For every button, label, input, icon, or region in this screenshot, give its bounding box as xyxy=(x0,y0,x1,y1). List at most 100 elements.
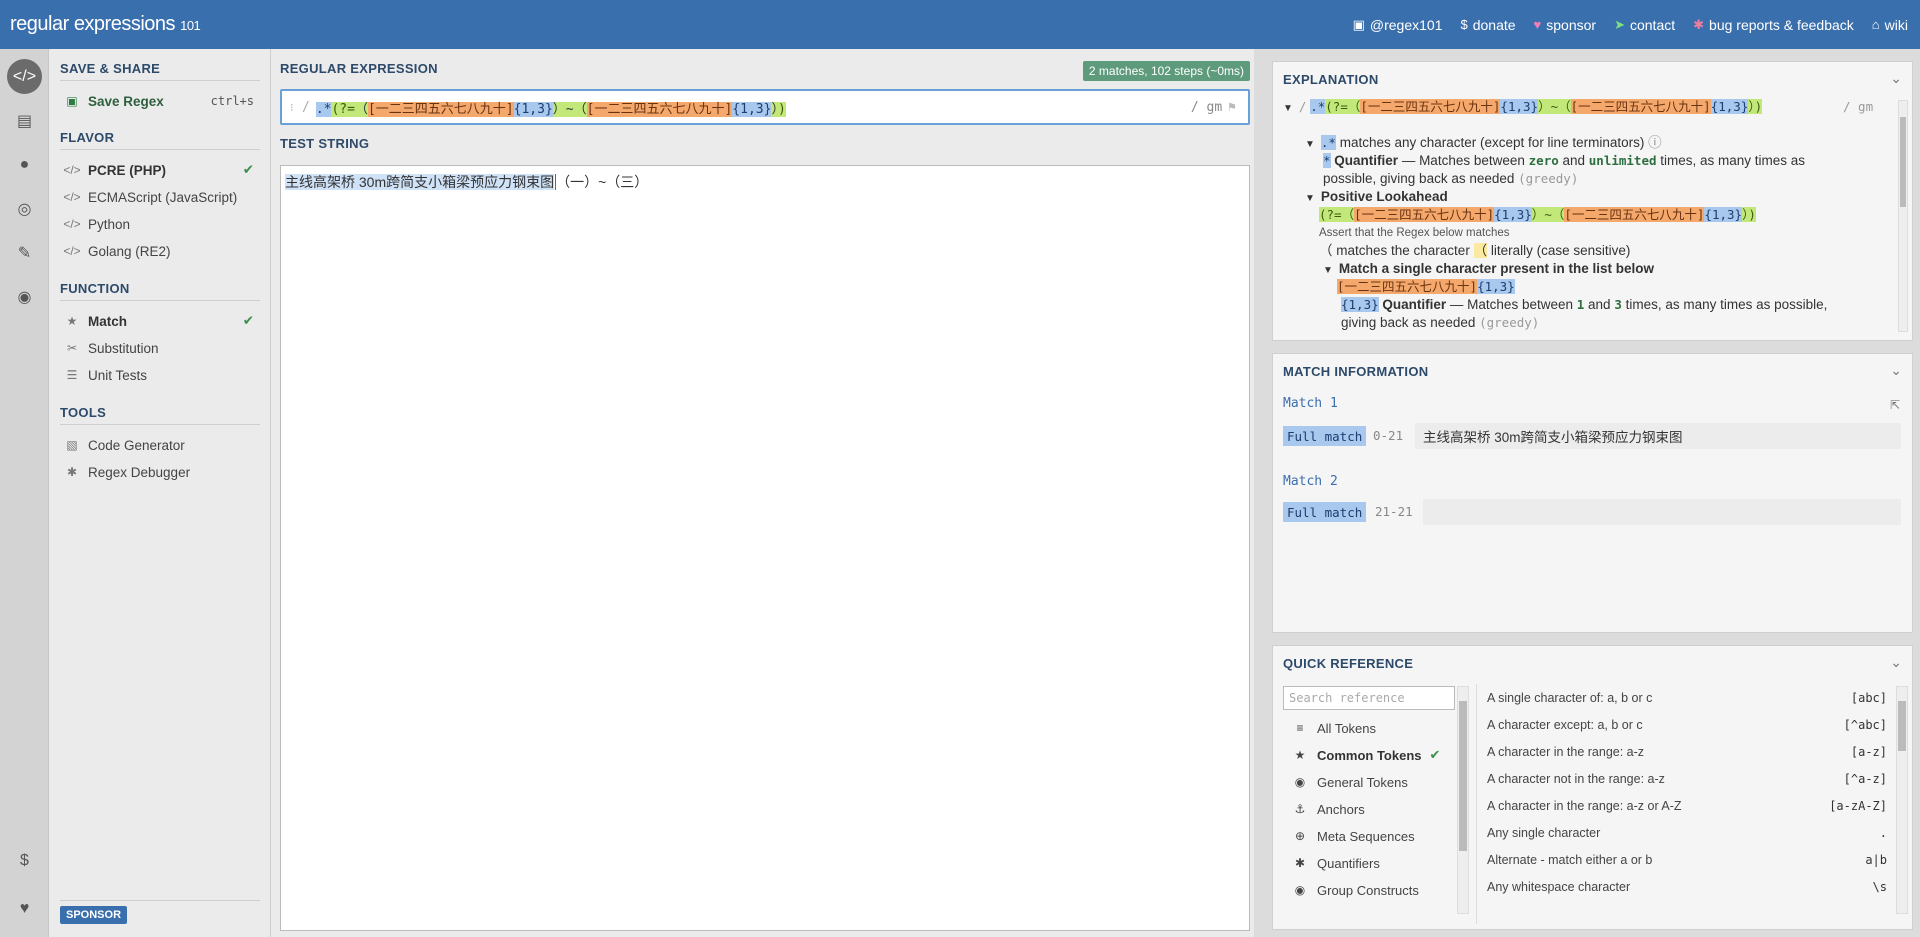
reference-search-input[interactable]: Search reference xyxy=(1283,686,1455,710)
reference-label: A character in the range: a-z xyxy=(1487,745,1645,759)
wiki-label: wiki xyxy=(1884,16,1908,33)
zero-value: zero xyxy=(1528,153,1559,168)
category-group-constructs[interactable]: ◉ Group Constructs xyxy=(1291,879,1451,901)
regex-flags[interactable]: / gm ⚑ xyxy=(1191,100,1236,115)
scroll-thumb[interactable] xyxy=(1898,701,1906,751)
flavor-golang[interactable]: </> Golang (RE2) xyxy=(60,239,260,263)
function-unit-tests[interactable]: ☰ Unit Tests xyxy=(60,363,260,387)
category-label: General Tokens xyxy=(1317,774,1408,790)
share-icon[interactable]: ⇱ xyxy=(1890,398,1900,412)
save-regex-button[interactable]: ▣ Save Regex ctrl+s xyxy=(60,89,260,113)
drag-handle-icon[interactable]: ⁝ xyxy=(290,101,300,114)
reference-item[interactable]: A single character of: a, b or c [abc] xyxy=(1487,687,1887,709)
test-string-input[interactable]: 主线高架桥 30m跨简支小箱梁预应力钢束图 （一）~（三） xyxy=(280,165,1250,931)
bug-report-label: bug reports & feedback xyxy=(1709,16,1854,33)
reference-code: [^a-z] xyxy=(1843,772,1887,786)
flavor-ecmascript[interactable]: </> ECMAScript (JavaScript) xyxy=(60,185,260,209)
quick-reference-title: QUICK REFERENCE xyxy=(1283,656,1414,671)
category-label: Anchors xyxy=(1317,801,1365,817)
category-general-tokens[interactable]: ◉ General Tokens xyxy=(1291,771,1451,793)
scroll-thumb[interactable] xyxy=(1459,701,1467,851)
quiz-icon[interactable]: ◎ xyxy=(7,191,42,226)
token-literal: ~ xyxy=(565,101,574,117)
flavor-label: PCRE (PHP) xyxy=(88,162,167,178)
check-icon: ✔ xyxy=(1429,747,1441,762)
category-all-tokens[interactable]: ≡ All Tokens xyxy=(1291,717,1451,739)
twitter-link[interactable]: ▣ @regex101 xyxy=(1353,17,1443,33)
regex-editor-icon[interactable]: </> xyxy=(7,59,42,94)
category-label: Common Tokens xyxy=(1317,747,1422,763)
bug-icon: ✱ xyxy=(66,465,78,479)
literal-text: matches the character xyxy=(1332,243,1474,258)
chevron-down-icon[interactable]: ⌄ xyxy=(1890,70,1902,87)
category-anchors[interactable]: ⚓ Anchors xyxy=(1291,798,1451,820)
triangle-down-icon[interactable]: ▼ xyxy=(1305,193,1315,204)
user-icon[interactable]: ● xyxy=(7,147,42,182)
library-icon[interactable]: ▤ xyxy=(7,103,42,138)
function-label: Unit Tests xyxy=(88,367,148,383)
flavor-pcre[interactable]: </> PCRE (PHP) ✔ xyxy=(60,158,260,182)
triangle-down-icon[interactable]: ▼ xyxy=(1323,265,1333,276)
top-bar: regular expressions 101 ▣ @regex101 $ dona… xyxy=(0,0,1920,49)
reference-code: [a-z] xyxy=(1850,745,1887,759)
any-description: matches any character (except for line t… xyxy=(1335,135,1645,150)
reference-item[interactable]: A character not in the range: a-z [^a-z] xyxy=(1487,768,1887,790)
bug-icon: ✱ xyxy=(1693,16,1705,32)
token-any: .* xyxy=(1310,99,1326,114)
reference-item[interactable]: A character in the range: a-z or A-Z [a-z… xyxy=(1487,795,1887,817)
triangle-down-icon[interactable]: ▼ xyxy=(1305,139,1315,150)
sidebar: SAVE & SHARE ▣ Save Regex ctrl+s FLAVOR … xyxy=(49,49,271,937)
scroll-thumb[interactable] xyxy=(1900,117,1906,207)
reference-item[interactable]: Any whitespace character \s xyxy=(1487,876,1887,898)
wiki-link[interactable]: ⌂ wiki xyxy=(1872,17,1908,33)
reference-item[interactable]: Alternate - match either a or b a|b xyxy=(1487,849,1887,871)
chevron-down-icon[interactable]: ⌄ xyxy=(1890,654,1902,671)
heart-icon[interactable]: ♥ xyxy=(7,891,42,926)
sponsor-badge[interactable]: SPONSOR xyxy=(60,906,128,924)
category-quantifiers[interactable]: ✱ Quantifiers xyxy=(1291,852,1451,874)
assert-text: Assert that the Regex below matches xyxy=(1319,227,1510,239)
function-match[interactable]: ★ Match ✔ xyxy=(60,309,260,333)
logo[interactable]: regular expressions 101 xyxy=(10,13,201,36)
tool-regex-debugger[interactable]: ✱ Regex Debugger xyxy=(60,460,260,484)
main-area: REGULAR EXPRESSION 2 matches, 102 steps … xyxy=(271,49,1254,937)
function-substitution[interactable]: ✂ Substitution xyxy=(60,336,260,360)
flavor-python[interactable]: </> Python xyxy=(60,212,260,236)
save-share-title: SAVE & SHARE xyxy=(60,61,161,76)
dollar-icon[interactable]: $ xyxy=(7,843,42,878)
wrench-icon[interactable]: ✎ xyxy=(7,235,42,270)
reference-item[interactable]: A character in the range: a-z [a-z] xyxy=(1487,741,1887,763)
regex-input[interactable]: ⁝ / .*(?=（[一二三四五六七八九十]{1,3}）~（[一二三四五六七八九… xyxy=(280,89,1250,125)
regex-title: REGULAR EXPRESSION xyxy=(280,61,438,76)
triangle-down-icon[interactable]: ▼ xyxy=(1283,103,1293,114)
token-literal: （ xyxy=(1558,99,1571,114)
help-icon[interactable]: ⓘ xyxy=(1648,135,1662,150)
chat-icon[interactable]: ◉ xyxy=(7,279,42,314)
token-literal: （ xyxy=(354,101,368,117)
sponsor-link[interactable]: ♥ sponsor xyxy=(1534,17,1597,33)
bug-report-link[interactable]: ✱ bug reports & feedback xyxy=(1693,17,1854,33)
function-label: Substitution xyxy=(88,340,159,356)
tool-code-generator[interactable]: ▧ Code Generator xyxy=(60,433,260,457)
explanation-scrollbar[interactable] xyxy=(1898,100,1908,332)
reference-item[interactable]: Any single character. xyxy=(1487,822,1887,844)
test-rest-text: （一）~（三） xyxy=(556,174,649,190)
chevron-down-icon[interactable]: ⌄ xyxy=(1890,362,1902,379)
reference-label: Any single character xyxy=(1487,826,1601,840)
token-lookahead-open: (?= xyxy=(331,101,355,117)
donate-link[interactable]: $ donate xyxy=(1460,17,1515,33)
save-shortcut: ctrl+s xyxy=(210,94,254,108)
reference-scrollbar[interactable] xyxy=(1896,686,1908,914)
category-common-tokens[interactable]: ★ Common Tokens ✔ xyxy=(1291,744,1451,766)
category-meta-sequences[interactable]: ⊕ Meta Sequences xyxy=(1291,825,1451,847)
explanation-quantifier: * Quantifier — Matches between zero and … xyxy=(1323,152,1805,170)
category-scrollbar[interactable] xyxy=(1457,686,1469,914)
contact-link[interactable]: ➤ contact xyxy=(1614,17,1675,33)
reference-item[interactable]: A character except: a, b or c [^abc] xyxy=(1487,714,1887,736)
match-range: 21-21 xyxy=(1375,504,1413,519)
star-icon: ★ xyxy=(1294,748,1306,762)
regex-delimiter: / xyxy=(302,99,310,115)
explanation-lookahead-regex: (?=（[一二三四五六七八九十]{1,3}）~（[一二三四五六七八九十]{1,3… xyxy=(1319,206,1756,224)
and-text: and xyxy=(1558,153,1589,168)
list-icon: ☰ xyxy=(66,368,78,382)
